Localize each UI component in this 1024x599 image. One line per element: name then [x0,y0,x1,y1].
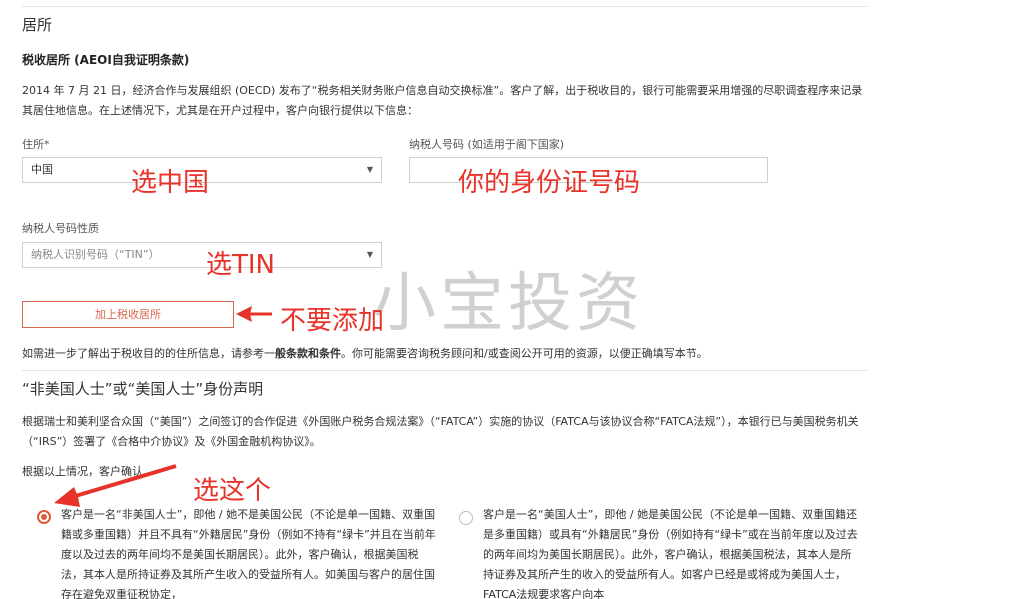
diagonal-arrow-icon [54,464,177,507]
annotation-arrows [54,306,272,507]
left-arrow-icon [236,306,272,322]
